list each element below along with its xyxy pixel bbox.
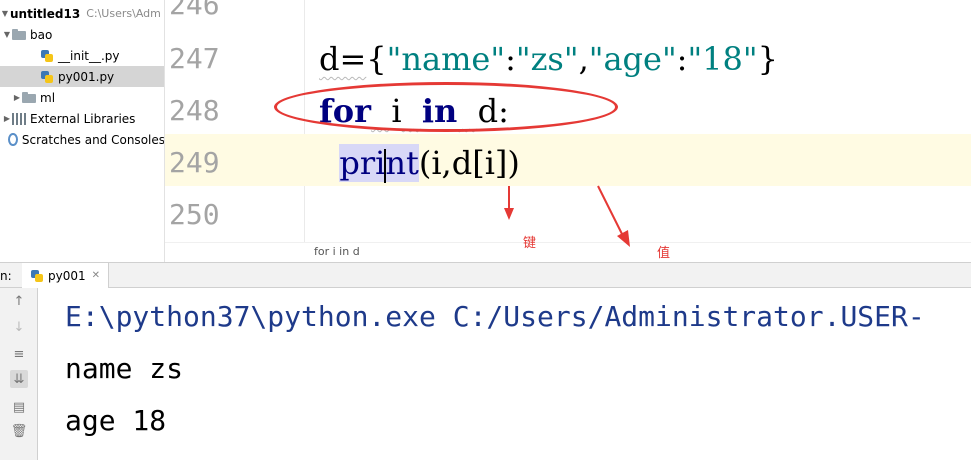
scratch-icon <box>8 133 18 146</box>
annotation-ellipse <box>274 82 618 132</box>
code-line-249[interactable]: print(i,d[i]) <box>319 144 520 183</box>
tree-item-label: ml <box>40 90 56 105</box>
function-token: print <box>339 144 419 183</box>
python-file-icon <box>40 49 54 63</box>
run-tab[interactable]: py001 ✕ <box>22 263 110 288</box>
line-number: 246 <box>169 0 220 21</box>
project-root-path: C:\Users\Adm <box>86 7 161 20</box>
code-token: d= <box>319 40 367 78</box>
project-panel: ▼ untitled13 C:\Users\Adm ▼ bao __init__… <box>0 0 165 262</box>
code-token: , <box>578 40 589 78</box>
console-line: age 18 <box>65 404 167 437</box>
line-number: 247 <box>169 42 220 75</box>
run-toolbar: ↑ ↓ ≡ ⇊ ▤ 🗑 <box>0 288 38 460</box>
line-number: 250 <box>169 198 220 231</box>
chevron-right-icon[interactable]: ▶ <box>2 114 12 123</box>
close-icon[interactable]: ✕ <box>92 270 100 281</box>
tree-item-py001[interactable]: py001.py <box>0 66 164 87</box>
string-token: "18" <box>687 40 758 78</box>
string-token: "age" <box>588 40 677 78</box>
code-token: : <box>676 40 688 78</box>
folder-icon <box>22 92 36 103</box>
tree-item-label: External Libraries <box>30 111 136 126</box>
run-tab-label: py001 <box>48 268 86 283</box>
line-number: 249 <box>169 146 220 179</box>
chevron-right-icon[interactable]: ▶ <box>12 93 22 102</box>
code-line-247[interactable]: d={"name":"zs","age":"18"} <box>319 40 778 78</box>
trash-icon[interactable]: 🗑 <box>10 422 28 440</box>
project-root[interactable]: ▼ untitled13 C:\Users\Adm <box>0 3 164 24</box>
chevron-down-icon[interactable]: ▼ <box>2 30 12 39</box>
string-token: "name" <box>386 40 506 78</box>
tree-item-label: __init__.py <box>58 48 120 63</box>
scroll-to-end-icon[interactable]: ⇊ <box>10 370 28 388</box>
annotation-value-label: 值 <box>657 246 671 261</box>
tree-item-scratches[interactable]: Scratches and Consoles <box>0 129 165 150</box>
tree-item-external-libraries[interactable]: ▶ External Libraries <box>0 108 164 129</box>
python-file-icon <box>30 269 44 283</box>
console-line: E:\python37\python.exe C:/Users/Administ… <box>65 300 925 333</box>
breadcrumb-bar: for i in d <box>165 242 971 262</box>
run-panel-header: n: py001 ✕ <box>0 262 971 288</box>
tree-item-bao[interactable]: ▼ bao <box>0 24 164 45</box>
print-icon[interactable]: ▤ <box>10 398 28 416</box>
tree-item-label: py001.py <box>58 69 115 84</box>
tree-item-ml[interactable]: ▶ ml <box>0 87 164 108</box>
string-token: "zs" <box>515 40 579 78</box>
chevron-down-icon[interactable]: ▼ <box>0 9 10 18</box>
code-token: (i,d[i]) <box>418 144 520 182</box>
project-root-name: untitled13 <box>10 6 81 21</box>
up-arrow-icon[interactable]: ↑ <box>10 292 28 310</box>
soft-wrap-icon[interactable]: ≡ <box>10 345 28 363</box>
code-token: : <box>505 40 516 78</box>
code-token: } <box>757 40 778 78</box>
folder-icon <box>12 29 26 40</box>
console-line: name zs <box>65 352 184 385</box>
run-panel-label: n: <box>0 269 12 283</box>
breadcrumb[interactable]: for i in d <box>314 245 360 258</box>
tree-item-init[interactable]: __init__.py <box>0 45 164 66</box>
code-token: { <box>366 40 387 78</box>
python-file-icon <box>40 70 54 84</box>
annotation-key-label: 键 <box>523 236 537 251</box>
line-number: 248 <box>169 94 220 127</box>
down-arrow-icon[interactable]: ↓ <box>10 318 28 336</box>
tree-item-label: bao <box>30 27 53 42</box>
console-output[interactable]: E:\python37\python.exe C:/Users/Administ… <box>38 288 971 460</box>
library-icon <box>12 112 26 125</box>
tree-item-label: Scratches and Consoles <box>21 132 165 147</box>
